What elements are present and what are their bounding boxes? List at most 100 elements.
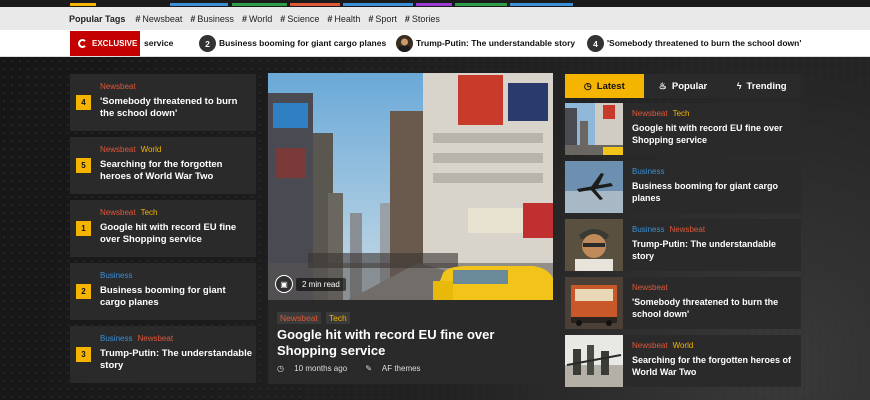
article-thumbnail[interactable]	[565, 335, 623, 387]
tag-link-business[interactable]: # Business	[190, 14, 234, 24]
category-newsbeat[interactable]: Newsbeat	[632, 283, 668, 292]
strip-segment	[510, 3, 573, 6]
popular-tags-bar: Popular Tags # Newsbeat # Business # World …	[0, 7, 870, 30]
ticker-item[interactable]: 'Somebody threatened to burn the school …	[607, 38, 801, 48]
article-thumbnail[interactable]	[565, 277, 623, 329]
article-title[interactable]: Business booming for giant cargo planes	[632, 180, 797, 204]
exclusive-text: EXCLUSIVE	[92, 39, 138, 48]
category-list: Business	[632, 167, 669, 176]
list-item[interactable]: 3 Business Newsbeat Trump-Putin: The unde…	[70, 326, 256, 383]
article-title[interactable]: Searching for the forgotten heroes of Wo…	[100, 159, 252, 183]
tab-label: Latest	[596, 80, 625, 92]
article-title[interactable]: Trump-Putin: The understandable story	[632, 238, 797, 262]
tab-latest[interactable]: ◷ Latest	[565, 74, 644, 98]
category-newsbeat[interactable]: Newsbeat	[632, 109, 668, 118]
tag-link-world[interactable]: # World	[242, 14, 272, 24]
edit-icon: ✎	[365, 364, 373, 373]
strip-segment	[170, 3, 228, 6]
tab-popular[interactable]: ♨ Popular	[643, 74, 723, 98]
category-newsbeat[interactable]: Newsbeat	[100, 82, 136, 91]
list-item[interactable]: 5 Newsbeat World Searching for the forgot…	[70, 137, 256, 194]
fire-icon: ♨	[658, 80, 667, 91]
list-item[interactable]: Newsbeat World Searching for the forgotte…	[565, 335, 801, 387]
top-color-strip	[0, 0, 870, 7]
ticker-item[interactable]: Business booming for giant cargo planes	[219, 38, 386, 48]
category-list: Newsbeat	[100, 82, 141, 91]
category-list: Newsbeat Tech	[632, 109, 694, 118]
featured-image[interactable]	[268, 73, 553, 300]
list-item[interactable]: Business Business booming for giant carg…	[565, 161, 801, 213]
rank-badge: 4	[76, 95, 91, 110]
exclusive-label: EXCLUSIVE	[70, 31, 140, 56]
tag-link-health[interactable]: # Health	[327, 14, 360, 24]
category-newsbeat[interactable]: Newsbeat	[669, 225, 705, 234]
article-thumbnail[interactable]	[565, 103, 623, 155]
featured-title[interactable]: Google hit with record EU fine over Shop…	[277, 327, 542, 359]
category-tech[interactable]: Tech	[141, 208, 158, 217]
category-business[interactable]: Business	[632, 225, 664, 234]
ticker-item[interactable]: Trump-Putin: The understandable story	[416, 38, 575, 48]
strip-segment	[70, 3, 96, 6]
featured-meta: ◷ 10 months ago ✎ AF themes	[277, 364, 437, 373]
category-tech[interactable]: Tech	[673, 109, 690, 118]
tag-label: Science	[287, 13, 320, 24]
hash-icon: #	[327, 13, 333, 24]
list-item[interactable]: 4 Newsbeat 'Somebody threatened to burn …	[70, 74, 256, 131]
hash-icon: #	[404, 13, 410, 24]
clock-icon: ◷	[277, 364, 284, 373]
tag-label: Newsbeat	[142, 13, 183, 24]
strip-segment	[343, 3, 413, 6]
tag-link-newsbeat[interactable]: # Newsbeat	[135, 14, 182, 24]
list-item[interactable]: Newsbeat Tech Google hit with record EU f…	[565, 103, 801, 155]
ticker-item-partial[interactable]: service	[144, 38, 173, 48]
article-title[interactable]: 'Somebody threatened to burn the school …	[632, 296, 797, 320]
rank-badge: 2	[76, 284, 91, 299]
rank-badge: 1	[76, 221, 91, 236]
author-meta[interactable]: ✎ AF themes	[365, 364, 428, 373]
list-item[interactable]: Newsbeat 'Somebody threatened to burn th…	[565, 277, 801, 329]
category-newsbeat[interactable]: Newsbeat	[137, 334, 173, 343]
article-title[interactable]: Searching for the forgotten heroes of Wo…	[632, 354, 797, 378]
article-thumbnail[interactable]	[565, 161, 623, 213]
category-tech[interactable]: Tech	[325, 312, 350, 324]
list-item[interactable]: Business Newsbeat Trump-Putin: The unders…	[565, 219, 801, 271]
category-newsbeat[interactable]: Newsbeat	[277, 312, 321, 324]
category-list: Newsbeat World	[632, 341, 698, 350]
featured-categories: Newsbeat Tech	[277, 312, 355, 324]
tag-label: Business	[197, 13, 234, 24]
category-newsbeat[interactable]: Newsbeat	[632, 341, 668, 350]
news-ticker: EXCLUSIVE service 2 Business booming for…	[0, 30, 870, 57]
rank-badge: 5	[76, 158, 91, 173]
featured-author: AF themes	[381, 364, 421, 373]
ticker-thumb	[396, 35, 413, 52]
list-item[interactable]: 2 Business Business booming for giant ca…	[70, 263, 256, 320]
category-business[interactable]: Business	[100, 271, 132, 280]
tag-label: Stories	[411, 13, 440, 24]
category-newsbeat[interactable]: Newsbeat	[100, 208, 136, 217]
date-meta: ◷ 10 months ago	[277, 364, 355, 373]
article-title[interactable]: Business booming for giant cargo planes	[100, 285, 252, 309]
hash-icon: #	[280, 13, 286, 24]
category-business[interactable]: Business	[632, 167, 664, 176]
tag-link-stories[interactable]: # Stories	[405, 14, 440, 24]
read-time: 2 min read	[296, 278, 346, 291]
category-world[interactable]: World	[141, 145, 162, 154]
tab-trending[interactable]: ϟ Trending	[722, 74, 802, 98]
tag-link-science[interactable]: # Science	[280, 14, 319, 24]
tag-link-sport[interactable]: # Sport	[368, 14, 397, 24]
article-thumbnail[interactable]	[565, 219, 623, 271]
hash-icon: #	[241, 13, 247, 24]
hash-icon: #	[190, 13, 196, 24]
category-world[interactable]: World	[673, 341, 694, 350]
article-title[interactable]: Trump-Putin: The understandable story	[100, 348, 252, 372]
category-newsbeat[interactable]: Newsbeat	[100, 145, 136, 154]
hash-icon: #	[368, 13, 374, 24]
category-business[interactable]: Business	[100, 334, 132, 343]
article-title[interactable]: 'Somebody threatened to burn the school …	[100, 96, 252, 120]
list-item[interactable]: 1 Newsbeat Tech Google hit with record EU…	[70, 200, 256, 257]
category-list: Business	[100, 271, 137, 280]
article-title[interactable]: Google hit with record EU fine over Shop…	[100, 222, 252, 246]
image-gallery-icon[interactable]: ▣	[275, 275, 293, 293]
category-list: Newsbeat	[632, 283, 673, 292]
article-title[interactable]: Google hit with record EU fine over Shop…	[632, 122, 797, 146]
